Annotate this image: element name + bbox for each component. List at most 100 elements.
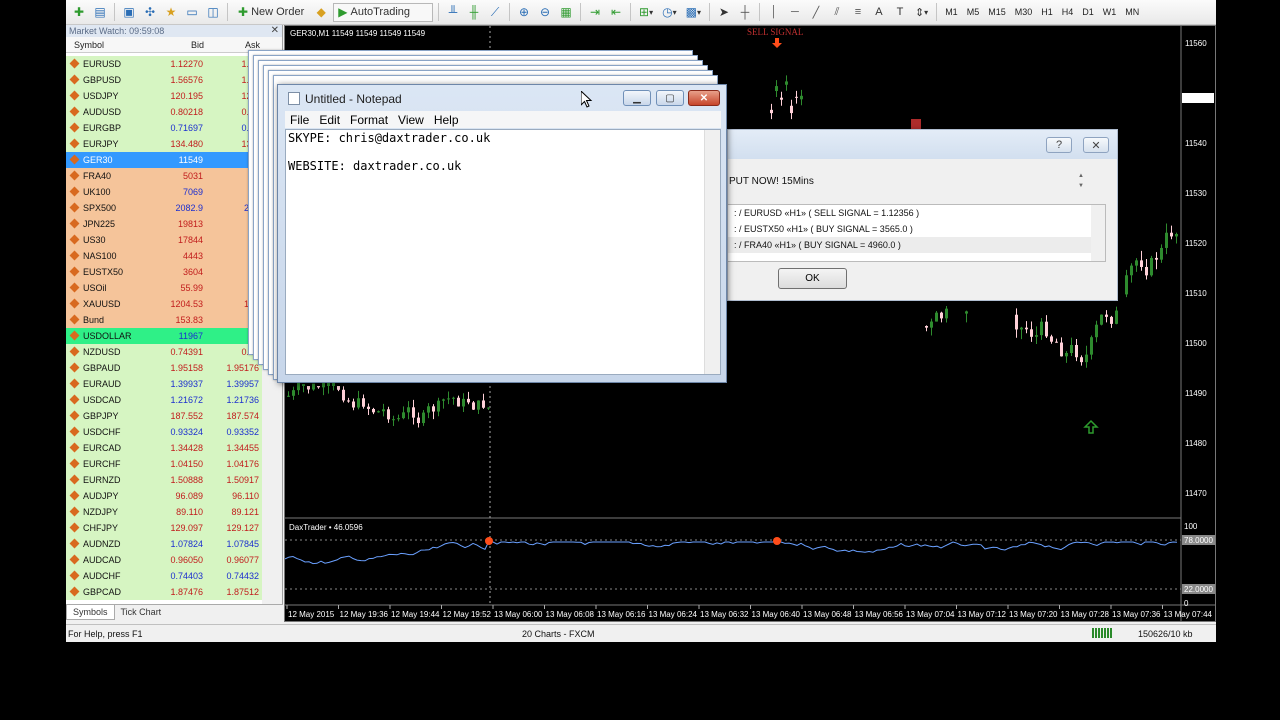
timeframe-m30[interactable]: M30 (1012, 7, 1036, 17)
line-chart-icon[interactable]: ⟋ (486, 3, 504, 22)
tester-icon[interactable]: ◫ (204, 3, 222, 22)
horizontal-line-icon[interactable]: ─ (786, 3, 804, 22)
market-watch-row[interactable]: AUDJPY 96.089 96.110 (66, 487, 262, 504)
new-order-button[interactable]: ✚ New Order (233, 3, 309, 22)
terminal-icon[interactable]: ▭ (183, 3, 201, 22)
alert-list-scrollbar[interactable] (1091, 205, 1105, 261)
alert-titlebar[interactable]: ? ✕ (728, 130, 1117, 159)
market-watch-row[interactable]: FRA4050315 (66, 167, 262, 184)
ok-button[interactable]: OK (778, 268, 847, 289)
label-icon[interactable]: T (891, 3, 909, 22)
notepad-scrollbar[interactable] (704, 130, 720, 374)
menu-file[interactable]: File (285, 113, 314, 127)
market-watch-row[interactable]: USDCHF 0.93324 0.93352 (66, 423, 262, 440)
market-watch-row[interactable]: GER301154911 (66, 151, 262, 168)
data-window-icon[interactable]: ✣ (141, 3, 159, 22)
tile-windows-icon[interactable]: ▦ (557, 3, 575, 22)
menu-edit[interactable]: Edit (314, 113, 345, 127)
fibonacci-icon[interactable]: ≡ (849, 3, 867, 22)
timeframe-m5[interactable]: M5 (964, 7, 983, 17)
market-watch-row[interactable]: EURGBP0.716970.71 (66, 119, 262, 136)
alert-list-item[interactable]: : / EUSTX50 «H1» ( BUY SIGNAL = 3565.0 ) (728, 221, 1105, 237)
timeframe-mn[interactable]: MN (1122, 7, 1142, 17)
market-watch-row[interactable]: AUDNZD 1.07824 1.07845 (66, 535, 262, 552)
market-watch-row[interactable]: EURNZD 1.50888 1.50917 (66, 471, 262, 488)
market-watch-row[interactable]: EUSTX5036043 (66, 263, 262, 280)
channel-icon[interactable]: ⫽ (828, 3, 846, 22)
market-watch-row[interactable]: USDOLLAR1196711 (66, 327, 262, 344)
templates-icon[interactable]: ▩ ▾ (683, 3, 704, 22)
market-watch-row[interactable]: AUDCHF 0.74403 0.74432 (66, 567, 262, 584)
alert-list-item[interactable]: : / EURUSD «H1» ( SELL SIGNAL = 1.12356 … (728, 205, 1105, 221)
alert-list-item[interactable]: : / FRA40 «H1» ( BUY SIGNAL = 4960.0 ) (728, 237, 1105, 253)
help-icon[interactable]: ? (1046, 137, 1072, 153)
market-watch-icon[interactable]: ▣ (120, 3, 138, 22)
new-chart-icon[interactable]: ✚ (70, 3, 88, 22)
notepad-text-area[interactable]: SKYPE: chris@daxtrader.co.uk WEBSITE: da… (285, 129, 721, 375)
crosshair-icon[interactable]: ┼ (736, 3, 754, 22)
notepad-titlebar[interactable]: Untitled - Notepad ▁ ▢ ✕ (278, 85, 726, 111)
navigator-icon[interactable]: ★ (162, 3, 180, 22)
market-watch-row[interactable]: SPX5002082.9208 (66, 199, 262, 216)
timeframe-w1[interactable]: W1 (1100, 7, 1120, 17)
menu-format[interactable]: Format (345, 113, 393, 127)
market-watch-row[interactable]: CHFJPY 129.097 129.127 (66, 519, 262, 536)
market-watch-row[interactable]: EURCHF 1.04150 1.04176 (66, 455, 262, 472)
market-watch-row[interactable]: USDCAD 1.21672 1.21736 (66, 391, 262, 408)
vertical-line-icon[interactable]: │ (765, 3, 783, 22)
market-watch-row[interactable]: NAS10044434 (66, 247, 262, 264)
market-watch-row[interactable]: NZDJPY 89.110 89.121 (66, 503, 262, 520)
close-icon[interactable]: ✕ (271, 25, 279, 37)
market-watch-row[interactable]: GBPAUD 1.95158 1.95176 (66, 359, 262, 376)
metaeditor-icon[interactable]: ◆ (312, 3, 330, 22)
timeframe-m1[interactable]: M1 (942, 7, 961, 17)
timeframe-m15[interactable]: M15 (985, 7, 1009, 17)
autotrading-button[interactable]: ▶ AutoTrading (333, 2, 434, 22)
market-watch-row[interactable]: EURAUD 1.39937 1.39957 (66, 375, 262, 392)
market-watch-row[interactable]: NZDUSD0.743910.74 (66, 343, 262, 360)
market-watch-row[interactable]: GBPCAD 1.87476 1.87512 (66, 583, 262, 600)
timeframe-d1[interactable]: D1 (1079, 7, 1097, 17)
trendline-icon[interactable]: ╱ (807, 3, 825, 22)
bar-chart-icon[interactable]: ╨ (444, 3, 462, 22)
market-watch-row[interactable]: AUDUSD0.802180.80 (66, 103, 262, 120)
arrows-icon[interactable]: ⇕ ▾ (912, 3, 931, 22)
column-symbol[interactable]: Symbol (66, 40, 152, 50)
timeframe-h1[interactable]: H1 (1038, 7, 1056, 17)
candlestick-icon[interactable]: ╫ (465, 3, 483, 22)
market-watch-row[interactable]: US301784417 (66, 231, 262, 248)
tab-symbols[interactable]: Symbols (66, 605, 115, 620)
text-icon[interactable]: A (870, 3, 888, 22)
close-icon[interactable]: ✕ (1083, 137, 1109, 153)
alert-list[interactable]: : / EURUSD «H1» ( SELL SIGNAL = 1.12356 … (728, 204, 1106, 262)
market-watch-row[interactable]: AUDCAD 0.96050 0.96077 (66, 551, 262, 568)
menu-help[interactable]: Help (429, 113, 464, 127)
cursor-icon[interactable]: ➤ (715, 3, 733, 22)
minimize-button[interactable]: ▁ (623, 90, 651, 106)
market-watch-row[interactable]: USDJPY120.195120. (66, 87, 262, 104)
zoom-out-icon[interactable]: ⊖ (536, 3, 554, 22)
autoscroll-icon[interactable]: ⇥ (586, 3, 604, 22)
profiles-icon[interactable]: ▤ (91, 3, 109, 22)
scroll-arrows-icon[interactable]: ▲ ▼ (1078, 171, 1084, 191)
market-watch-row[interactable]: EURCAD 1.34428 1.34455 (66, 439, 262, 456)
market-watch-row[interactable]: EURJPY134.480134. (66, 135, 262, 152)
market-watch-row[interactable]: XAUUSD1204.53120 (66, 295, 262, 312)
zoom-in-icon[interactable]: ⊕ (515, 3, 533, 22)
close-button[interactable]: ✕ (688, 90, 720, 106)
maximize-button[interactable]: ▢ (656, 90, 684, 106)
column-ask[interactable]: Ask (204, 40, 260, 50)
column-bid[interactable]: Bid (152, 40, 204, 50)
periods-icon[interactable]: ◷ ▾ (659, 3, 680, 22)
tab-tick-chart[interactable]: Tick Chart (115, 605, 168, 620)
market-watch-row[interactable]: USOil55.995 (66, 279, 262, 296)
market-watch-row[interactable]: GBPUSD1.565761.56 (66, 71, 262, 88)
market-watch-row[interactable]: GBPJPY 187.552 187.574 (66, 407, 262, 424)
menu-view[interactable]: View (393, 113, 429, 127)
indicators-icon[interactable]: ⊞ ▾ (636, 3, 656, 22)
market-watch-row[interactable]: UK10070697 (66, 183, 262, 200)
chart-shift-icon[interactable]: ⇤ (607, 3, 625, 22)
market-watch-row[interactable]: Bund153.8315 (66, 311, 262, 328)
market-watch-row[interactable]: JPN2251981319 (66, 215, 262, 232)
timeframe-h4[interactable]: H4 (1059, 7, 1077, 17)
